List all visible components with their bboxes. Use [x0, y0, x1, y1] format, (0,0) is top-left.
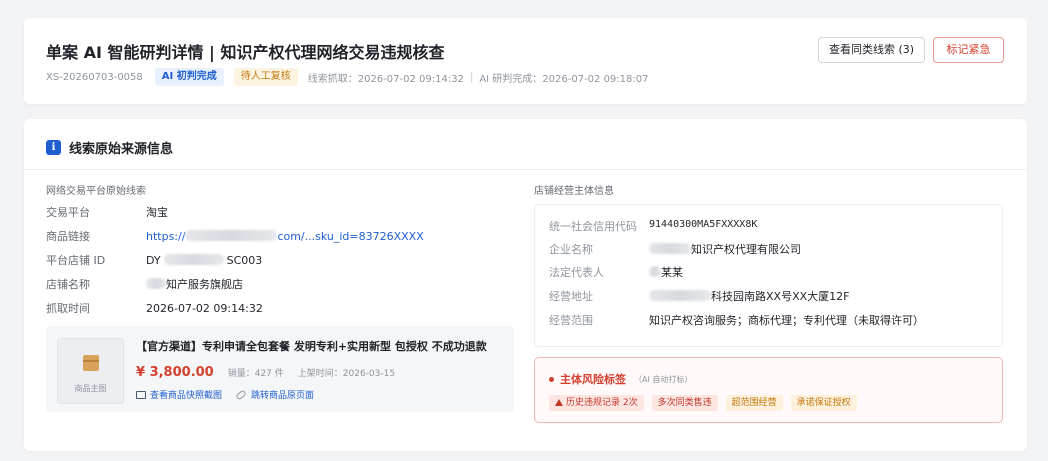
case-header-card: 单案 AI 智能研判详情 | 知识产权代理网络交易违规核查 XS-2026070… [24, 18, 1027, 104]
redacted-url [185, 230, 278, 241]
entity-info-box: 统一社会信用代码 91440300MA5FXXXX8K 企业名称 知识产权代理有… [534, 204, 1003, 347]
snapshot-link[interactable]: 查看商品快照截图 [136, 388, 222, 401]
image-icon [136, 390, 146, 399]
product-link[interactable]: https:// com/...sku_id=83726XXXX [146, 229, 424, 245]
redacted-shop-id [163, 254, 224, 265]
mark-urgent-button[interactable]: 标记紧急 [933, 37, 1004, 63]
page-title: 单案 AI 智能研判详情 | 知识产权代理网络交易违规核查 [46, 43, 445, 62]
risk-title: 主体风险标签 （AI 自动打标） [549, 371, 692, 387]
original-page-link-text: 跳转商品原页面 [251, 391, 315, 401]
address-value: 科技园南路XX号XX大厦12F [649, 288, 849, 304]
risk-tags-box: 主体风险标签 （AI 自动打标） 历史违规记录 2次 多次同类售违 超范围经营 … [534, 357, 1003, 423]
capture-time-value: 2026-07-02 09:14:32 [146, 302, 263, 315]
package-icon [83, 355, 99, 371]
warning-icon [555, 399, 563, 406]
product-meta: ¥ 3,800.00 销量：427 件 上架时间：2026-03-15 [136, 362, 409, 382]
business-scope-label: 经营范围 [549, 314, 593, 327]
product-link-suffix: com/...sku_id=83726XXXX [277, 230, 424, 243]
redacted-shop-name [146, 278, 166, 289]
ai-status-badge: AI 初判完成 [154, 68, 224, 86]
info-icon: i [46, 139, 61, 155]
address-label: 经营地址 [549, 290, 593, 303]
entity-subtitle: 店铺经营主体信息 [534, 186, 614, 197]
risk-tag-history: 历史违规记录 2次 [549, 395, 644, 411]
ai-complete-time: AI 研判完成：2026-07-02 09:18:07 [479, 73, 649, 85]
case-meta-row: XS-20260703-0058 AI 初判完成 待人工复核 线索抓取：2026… [46, 67, 649, 87]
risk-tag-repeat: 多次同类售违 [651, 395, 718, 411]
legal-rep-value: 某某 [649, 264, 683, 280]
legal-rep-label: 法定代表人 [549, 266, 604, 279]
risk-tag-guarantee: 承诺保证授权 [790, 395, 857, 411]
redacted-address [649, 290, 711, 301]
platform-lead-subtitle: 网络交易平台原始线索 [46, 186, 146, 197]
product-card: 商品主图 【官方渠道】专利申请全包套餐 发明专利+实用新型 包授权 不成功退款 … [46, 326, 514, 412]
product-link-label: 商品链接 [46, 230, 90, 243]
section-title: i 线索原始来源信息 [46, 138, 174, 157]
risk-tag-history-text: 历史违规记录 2次 [566, 398, 638, 408]
product-listed-date: 上架时间：2026-03-15 [297, 368, 396, 379]
platform-label: 交易平台 [46, 206, 90, 219]
shop-id-value: DY SC003 [146, 253, 262, 269]
platform-row: 交易平台 淘宝 [46, 205, 506, 221]
meta-separator: | [469, 71, 474, 83]
company-name-suffix: 知识产权代理有限公司 [691, 243, 801, 256]
risk-tag-scope: 超范围经营 [725, 395, 783, 411]
shop-name-value: 知产服务旗舰店 [146, 277, 243, 293]
shop-name-suffix: 知产服务旗舰店 [166, 278, 243, 291]
risk-title-text: 主体风险标签 [560, 373, 626, 386]
risk-dot-icon [549, 376, 554, 382]
capture-time: 线索抓取：2026-07-02 09:14:32 [307, 73, 464, 85]
product-price: ¥ 3,800.00 [136, 364, 214, 380]
shop-id-label: 平台店铺 ID [46, 254, 106, 267]
product-link-row: 商品链接 https:// com/...sku_id=83726XXXX [46, 229, 506, 245]
link-icon [235, 388, 247, 401]
legal-rep-suffix: 某某 [661, 266, 683, 279]
section-title-text: 线索原始来源信息 [69, 141, 174, 157]
product-link-prefix: https:// [146, 230, 186, 243]
view-similar-leads-button[interactable]: 查看同类线索 (3) [818, 37, 925, 63]
thumbnail-label: 商品主图 [74, 384, 107, 393]
risk-note: （AI 自动打标） [634, 374, 693, 384]
capture-time-row: 抓取时间 2026-07-02 09:14:32 [46, 301, 506, 317]
product-links: 查看商品快照截图 跳转商品原页面 [136, 388, 328, 401]
redacted-rep-name [649, 266, 661, 277]
shop-name-label: 店铺名称 [46, 278, 90, 291]
capture-time-label: 抓取时间 [46, 302, 90, 315]
credit-code-label: 统一社会信用代码 [549, 220, 637, 233]
risk-tag-list: 历史违规记录 2次 多次同类售违 超范围经营 承诺保证授权 [549, 395, 865, 411]
case-id: XS-20260703-0058 [46, 71, 143, 83]
company-name-value: 知识产权代理有限公司 [649, 241, 801, 257]
product-sales: 销量：427 件 [227, 368, 284, 379]
redacted-company-name [649, 243, 691, 254]
platform-value: 淘宝 [146, 206, 168, 219]
company-name-label: 企业名称 [549, 243, 593, 256]
shop-id-row: 平台店铺 ID DY SC003 [46, 253, 506, 269]
product-thumbnail[interactable]: 商品主图 [57, 338, 124, 404]
original-page-link[interactable]: 跳转商品原页面 [235, 388, 315, 401]
section-divider [24, 169, 1027, 170]
business-scope-value: 知识产权咨询服务；商标代理；专利代理（未取得许可） [649, 314, 924, 327]
product-name: 【官方渠道】专利申请全包套餐 发明专利+实用新型 包授权 不成功退款 [136, 340, 487, 353]
shop-name-row: 店铺名称 知产服务旗舰店 [46, 277, 506, 293]
shop-id-suffix: SC003 [226, 254, 263, 267]
snapshot-link-text: 查看商品快照截图 [150, 391, 223, 401]
review-status-badge: 待人工复核 [233, 68, 298, 86]
source-info-card: i 线索原始来源信息 网络交易平台原始线索 交易平台 淘宝 商品链接 https… [24, 119, 1027, 451]
address-suffix: 科技园南路XX号XX大厦12F [711, 290, 850, 303]
credit-code-value: 91440300MA5FXXXX8K [649, 219, 758, 230]
shop-id-prefix: DY [146, 254, 161, 267]
